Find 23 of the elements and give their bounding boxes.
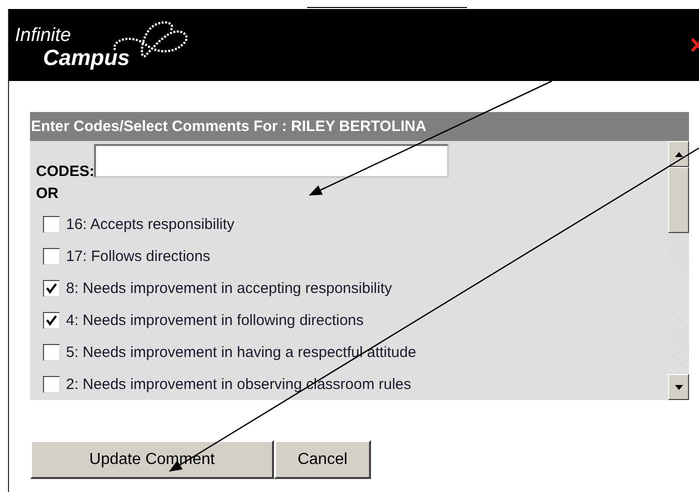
codes-input[interactable] — [94, 144, 450, 178]
or-label: OR — [36, 184, 60, 204]
checkbox[interactable] — [43, 280, 60, 296]
scrollbar[interactable] — [668, 141, 689, 400]
checkbox[interactable] — [43, 248, 60, 264]
comment-label: 8: Needs improvement in accepting responsibility — [66, 280, 392, 296]
checkbox[interactable] — [43, 344, 60, 360]
scroll-thumb[interactable] — [668, 167, 689, 233]
panel-title: Enter Codes/Select Comments For : RILEY BERTOLINA — [30, 112, 689, 141]
comment-label: 17: Follows directions — [66, 248, 210, 264]
checkbox[interactable] — [43, 216, 60, 232]
comment-label: 4: Needs improvement in following directions — [66, 312, 364, 328]
logo-text: Campus — [43, 45, 130, 71]
checkbox[interactable] — [43, 376, 60, 392]
scroll-down-icon[interactable] — [668, 374, 689, 400]
checkbox[interactable] — [43, 312, 60, 328]
comment-label: 16: Accepts responsibility — [66, 216, 234, 232]
close-icon[interactable] — [691, 36, 699, 54]
comment-label: 5: Needs improvement in having a respectful attitude — [66, 344, 416, 360]
codes-label: CODES: — [36, 163, 94, 180]
cancel-button[interactable]: Cancel — [274, 440, 371, 479]
scroll-up-icon[interactable] — [668, 141, 689, 167]
logo-text: Infinite — [15, 25, 71, 47]
